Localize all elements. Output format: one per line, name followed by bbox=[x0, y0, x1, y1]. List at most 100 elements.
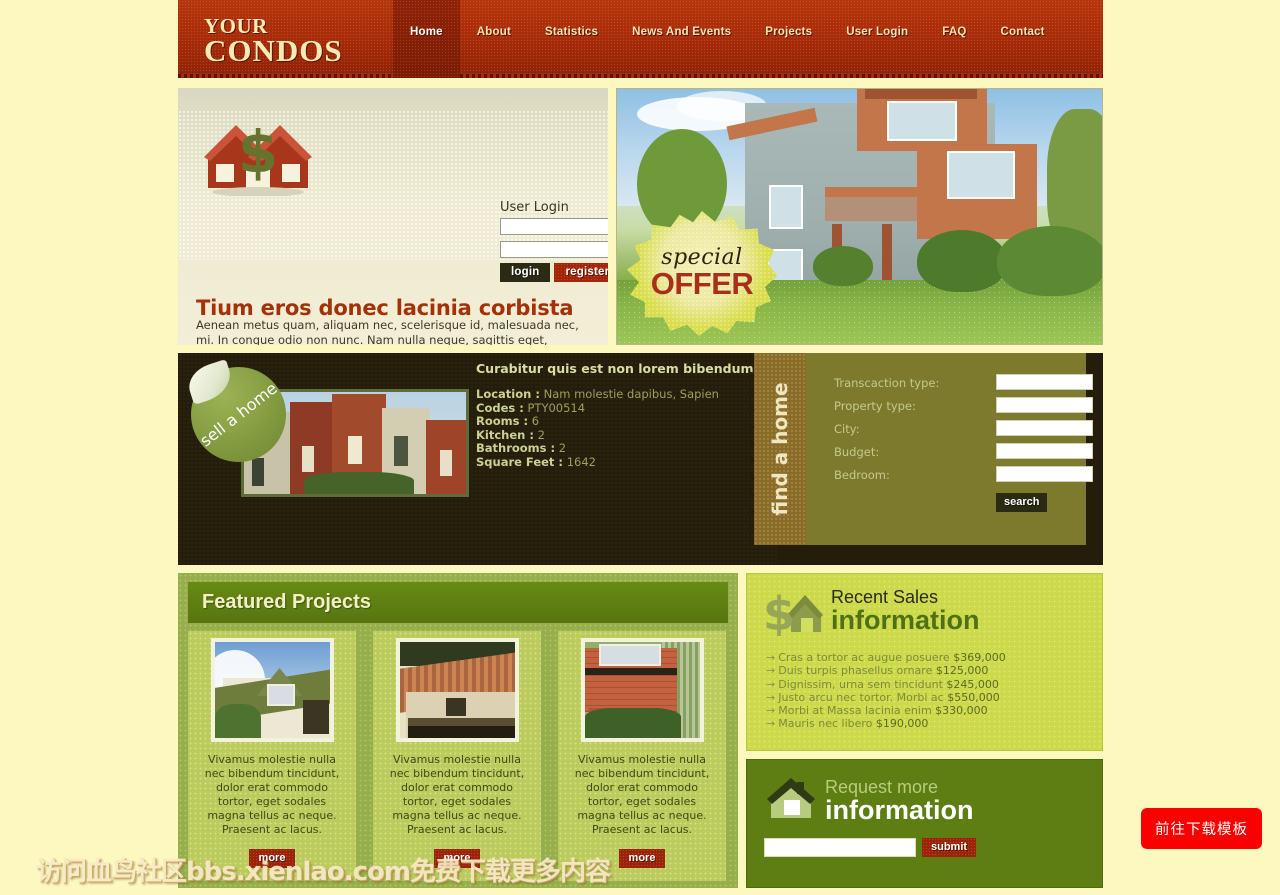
right-column: $ Recent Sales information → Cras a torto… bbox=[746, 573, 1103, 888]
site-logo[interactable]: YOUR CONDOS bbox=[204, 16, 343, 67]
arrow-icon: → bbox=[766, 677, 776, 691]
project-card[interactable]: Vivamus molestie nulla nec bibendum tinc… bbox=[558, 631, 726, 881]
arrow-icon: → bbox=[766, 717, 776, 731]
house-dollar-icon: $ bbox=[204, 118, 312, 196]
detail-value: PTY00514 bbox=[527, 400, 586, 415]
nav-item-news-and-events[interactable]: News And Events bbox=[615, 0, 748, 78]
window-shape bbox=[947, 151, 1015, 199]
project-thumbnail bbox=[580, 638, 704, 742]
sale-text: Justo arcu nec tortor. Morbi ac bbox=[778, 690, 944, 704]
find-a-home-panel: find a home Transcaction type: Property … bbox=[750, 353, 1093, 545]
nav-item-about[interactable]: About bbox=[460, 0, 528, 78]
arrow-icon: → bbox=[766, 651, 776, 664]
sale-item[interactable]: → Dignissim, urna sem tincidunt $245,000 bbox=[766, 678, 1006, 691]
field-label-bedroom: Bedroom: bbox=[834, 468, 890, 482]
sale-price: $125,000 bbox=[935, 664, 989, 678]
sale-text: Cras a tortor ac augue posuere bbox=[778, 651, 950, 664]
property-type-input[interactable] bbox=[996, 397, 1093, 413]
project-card[interactable]: Vivamus molestie nulla nec bibendum tinc… bbox=[188, 631, 356, 881]
username-input[interactable] bbox=[500, 218, 608, 235]
bedroom-input[interactable] bbox=[996, 466, 1093, 482]
download-template-button[interactable]: 前往下载模板 bbox=[1141, 808, 1262, 849]
sale-text: Duis turpis phasellus ornare bbox=[778, 664, 933, 678]
window-shape bbox=[440, 450, 452, 476]
register-button[interactable]: register bbox=[554, 263, 608, 282]
featured-projects-section: Featured Projects Vivamus molestie nulla bbox=[178, 573, 738, 888]
recent-sales-heading: Recent Sales information bbox=[831, 588, 980, 634]
project-card[interactable]: Vivamus molestie nulla nec bibendum tinc… bbox=[373, 631, 541, 881]
submit-button[interactable]: submit bbox=[922, 838, 977, 857]
sale-price: $369,000 bbox=[953, 651, 1006, 664]
detail-label: Codes : bbox=[476, 400, 524, 415]
request-info-input[interactable] bbox=[764, 838, 916, 857]
property-detail-row: Location : Nam molestie dapibus, Sapien bbox=[476, 387, 754, 402]
featured-projects-cards: Vivamus molestie nulla nec bibendum tinc… bbox=[188, 631, 728, 881]
sale-item[interactable]: → Cras a tortor ac augue posuere $369,000 bbox=[766, 651, 1006, 664]
sale-item[interactable]: → Duis turpis phasellus ornare $125,000 bbox=[766, 664, 1006, 677]
bush-shape bbox=[214, 704, 261, 738]
project-thumbnail bbox=[395, 638, 519, 742]
sale-item[interactable]: → Morbi at Massa lacinia enim $330,000 bbox=[766, 704, 1006, 717]
detail-label: Square Feet : bbox=[476, 454, 564, 469]
password-input[interactable] bbox=[500, 241, 608, 258]
recent-sales-panel: $ Recent Sales information → Cras a torto… bbox=[746, 573, 1103, 751]
sale-item[interactable]: → Mauris nec libero $190,000 bbox=[766, 717, 1006, 730]
detail-value: 6 bbox=[531, 414, 540, 428]
login-title: User Login bbox=[500, 200, 569, 215]
arrow-icon: → bbox=[766, 664, 776, 678]
site-header: YOUR CONDOS Home About Statistics News A… bbox=[178, 0, 1103, 78]
nav-item-home[interactable]: Home bbox=[393, 0, 460, 78]
request-info-header: Request more information bbox=[765, 778, 974, 824]
nav-item-user-login[interactable]: User Login bbox=[829, 0, 925, 78]
door-shape bbox=[302, 700, 329, 734]
offer-line-2: OFFER bbox=[650, 266, 754, 301]
nav-item-projects[interactable]: Projects bbox=[748, 0, 829, 78]
detail-value: Nam molestie dapibus, Sapien bbox=[543, 387, 719, 401]
bottom-row: Featured Projects Vivamus molestie nulla bbox=[178, 573, 1103, 888]
main-navigation: Home About Statistics News And Events Pr… bbox=[393, 0, 1062, 78]
sale-price: $330,000 bbox=[935, 704, 988, 718]
heading-line-1: Recent Sales bbox=[831, 587, 939, 607]
sale-price: $190,000 bbox=[875, 717, 929, 731]
city-input[interactable] bbox=[996, 420, 1093, 436]
property-title: Curabitur quis est non lorem bibendum bbox=[476, 361, 754, 376]
foliage-shape bbox=[304, 472, 414, 494]
svg-text:$: $ bbox=[765, 588, 795, 636]
window-shape bbox=[394, 436, 408, 466]
find-a-home-tab: find a home bbox=[750, 353, 806, 545]
find-a-home-form: Transcaction type: Property type: City: … bbox=[806, 353, 1093, 545]
request-info-panel: Request more information submit bbox=[746, 759, 1103, 888]
window-shape bbox=[887, 101, 957, 141]
login-button[interactable]: login bbox=[500, 263, 551, 282]
heading-line-2: information bbox=[831, 605, 980, 635]
window-shape bbox=[266, 684, 295, 706]
window-shape bbox=[302, 446, 314, 472]
detail-label: Location : bbox=[476, 387, 540, 401]
project-description: Vivamus molestie nulla nec bibendum tinc… bbox=[389, 753, 525, 836]
special-offer-badge[interactable]: special OFFER bbox=[627, 211, 777, 336]
field-label-property-type: Property type: bbox=[834, 399, 916, 413]
bush-shape bbox=[813, 246, 873, 286]
detail-label: Kitchen : bbox=[476, 427, 534, 442]
bush-shape bbox=[584, 708, 681, 738]
lead-title: Tium eros donec lacinia corbista bbox=[196, 296, 574, 320]
window-shape bbox=[348, 436, 362, 464]
request-info-heading: Request more information bbox=[825, 778, 974, 824]
transaction-type-input[interactable] bbox=[996, 374, 1093, 390]
property-detail-row: Square Feet : 1642 bbox=[476, 454, 754, 470]
featured-property-band: sell a home Curabitur quis est non lorem… bbox=[178, 353, 1103, 565]
nav-item-contact[interactable]: Contact bbox=[984, 0, 1062, 78]
bush-shape bbox=[917, 230, 1007, 292]
more-button[interactable]: more bbox=[618, 849, 666, 868]
watermark-text: 访问血鸟社区bbs.xienlao.com免费下载更多内容 bbox=[36, 857, 611, 887]
budget-input[interactable] bbox=[996, 443, 1093, 459]
nav-item-statistics[interactable]: Statistics bbox=[528, 0, 615, 78]
search-button[interactable]: search bbox=[996, 493, 1048, 512]
nav-item-faq[interactable]: FAQ bbox=[925, 0, 983, 78]
sale-item[interactable]: → Justo arcu nec tortor. Morbi ac $550,00… bbox=[766, 691, 1006, 704]
sell-a-home-badge[interactable]: sell a home bbox=[183, 359, 286, 462]
detail-value: 2 bbox=[537, 427, 545, 442]
window-shape bbox=[598, 644, 661, 666]
login-buttons: login register bbox=[500, 263, 608, 282]
window-shape bbox=[445, 698, 466, 716]
